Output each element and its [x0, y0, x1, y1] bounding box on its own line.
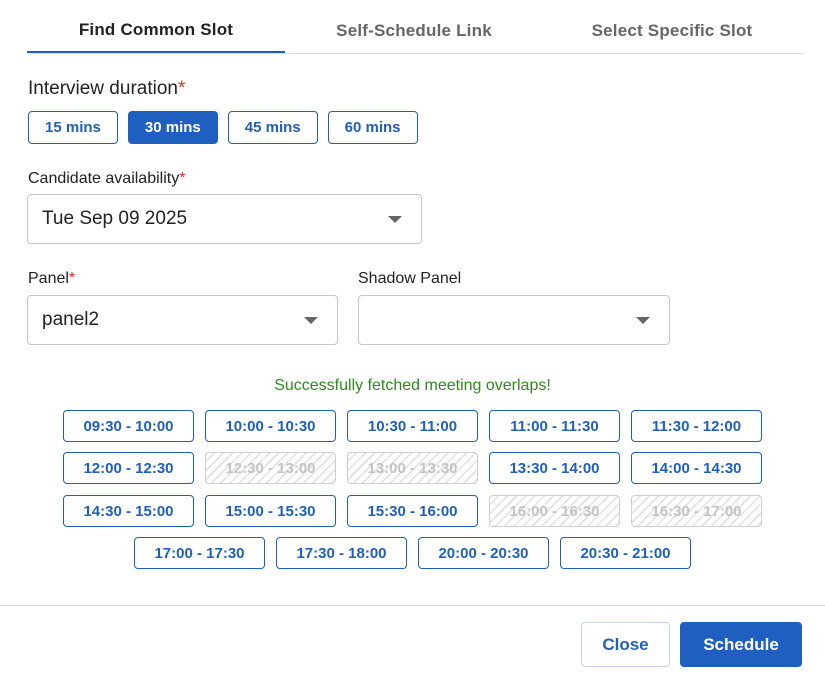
shadow-panel-label: Shadow Panel — [358, 270, 461, 288]
time-slot[interactable]: 10:30 - 11:00 — [347, 410, 478, 442]
time-slot[interactable]: 20:30 - 21:00 — [560, 537, 691, 569]
slot-row: 14:30 - 15:00 15:00 - 15:30 15:30 - 16:0… — [0, 495, 825, 527]
panel-label-text: Panel — [28, 270, 69, 287]
time-slot-unavailable: 16:30 - 17:00 — [631, 495, 762, 527]
schedule-button[interactable]: Schedule — [680, 622, 802, 667]
panel-select[interactable]: panel2 — [27, 295, 338, 345]
time-slot[interactable]: 14:30 - 15:00 — [63, 495, 194, 527]
time-slot-unavailable: 16:00 - 16:30 — [489, 495, 620, 527]
duration-15-button[interactable]: 15 mins — [28, 111, 118, 144]
time-slot[interactable]: 13:30 - 14:00 — [489, 452, 620, 484]
candidate-availability-label-text: Candidate availability — [28, 170, 180, 187]
time-slot[interactable]: 15:00 - 15:30 — [205, 495, 336, 527]
time-slot[interactable]: 10:00 - 10:30 — [205, 410, 336, 442]
panel-label: Panel* — [28, 270, 75, 288]
time-slot[interactable]: 15:30 - 16:00 — [347, 495, 478, 527]
status-message: Successfully fetched meeting overlaps! — [274, 377, 551, 394]
time-slot[interactable]: 11:30 - 12:00 — [631, 410, 762, 442]
candidate-availability-value: Tue Sep 09 2025 — [42, 208, 188, 229]
slot-row: 17:00 - 17:30 17:30 - 18:00 20:00 - 20:3… — [0, 537, 825, 569]
time-slot[interactable]: 20:00 - 20:30 — [418, 537, 549, 569]
time-slot[interactable]: 17:30 - 18:00 — [276, 537, 407, 569]
footer-divider — [0, 605, 825, 606]
duration-30-button[interactable]: 30 mins — [127, 111, 218, 144]
slot-row: 12:00 - 12:30 12:30 - 13:00 13:00 - 13:3… — [0, 452, 825, 484]
required-mark: * — [177, 78, 186, 99]
shadow-panel-label-text: Shadow Panel — [358, 270, 462, 287]
tab-select-specific-slot[interactable]: Select Specific Slot — [543, 8, 801, 53]
interview-duration-label-text: Interview duration — [28, 78, 178, 99]
duration-60-button[interactable]: 60 mins — [327, 111, 418, 144]
close-button[interactable]: Close — [581, 622, 670, 667]
slot-row: 09:30 - 10:00 10:00 - 10:30 10:30 - 11:0… — [0, 410, 825, 442]
dropdown-caret-icon — [304, 317, 318, 324]
shadow-panel-select[interactable] — [358, 295, 670, 345]
tab-self-schedule-link[interactable]: Self-Schedule Link — [285, 8, 543, 53]
time-slot[interactable]: 11:00 - 11:30 — [489, 410, 620, 442]
candidate-availability-select[interactable]: Tue Sep 09 2025 — [27, 194, 422, 244]
time-slot-unavailable: 12:30 - 13:00 — [205, 452, 336, 484]
time-slot[interactable]: 09:30 - 10:00 — [63, 410, 194, 442]
duration-45-button[interactable]: 45 mins — [227, 111, 318, 144]
candidate-availability-label: Candidate availability* — [28, 170, 185, 188]
tab-bar: Find Common Slot Self-Schedule Link Sele… — [27, 8, 803, 54]
dropdown-caret-icon — [388, 216, 402, 223]
dropdown-caret-icon — [636, 317, 650, 324]
time-slot[interactable]: 14:00 - 14:30 — [631, 452, 762, 484]
panel-value: panel2 — [42, 309, 100, 330]
interview-duration-label: Interview duration* — [28, 78, 185, 100]
time-slot-unavailable: 13:00 - 13:30 — [347, 452, 478, 484]
duration-options: 15 mins 30 mins 45 mins 60 mins — [28, 111, 418, 144]
required-mark: * — [179, 170, 186, 187]
time-slot[interactable]: 12:00 - 12:30 — [63, 452, 194, 484]
required-mark: * — [68, 270, 76, 287]
tab-find-common-slot[interactable]: Find Common Slot — [27, 8, 285, 53]
time-slot[interactable]: 17:00 - 17:30 — [134, 537, 265, 569]
